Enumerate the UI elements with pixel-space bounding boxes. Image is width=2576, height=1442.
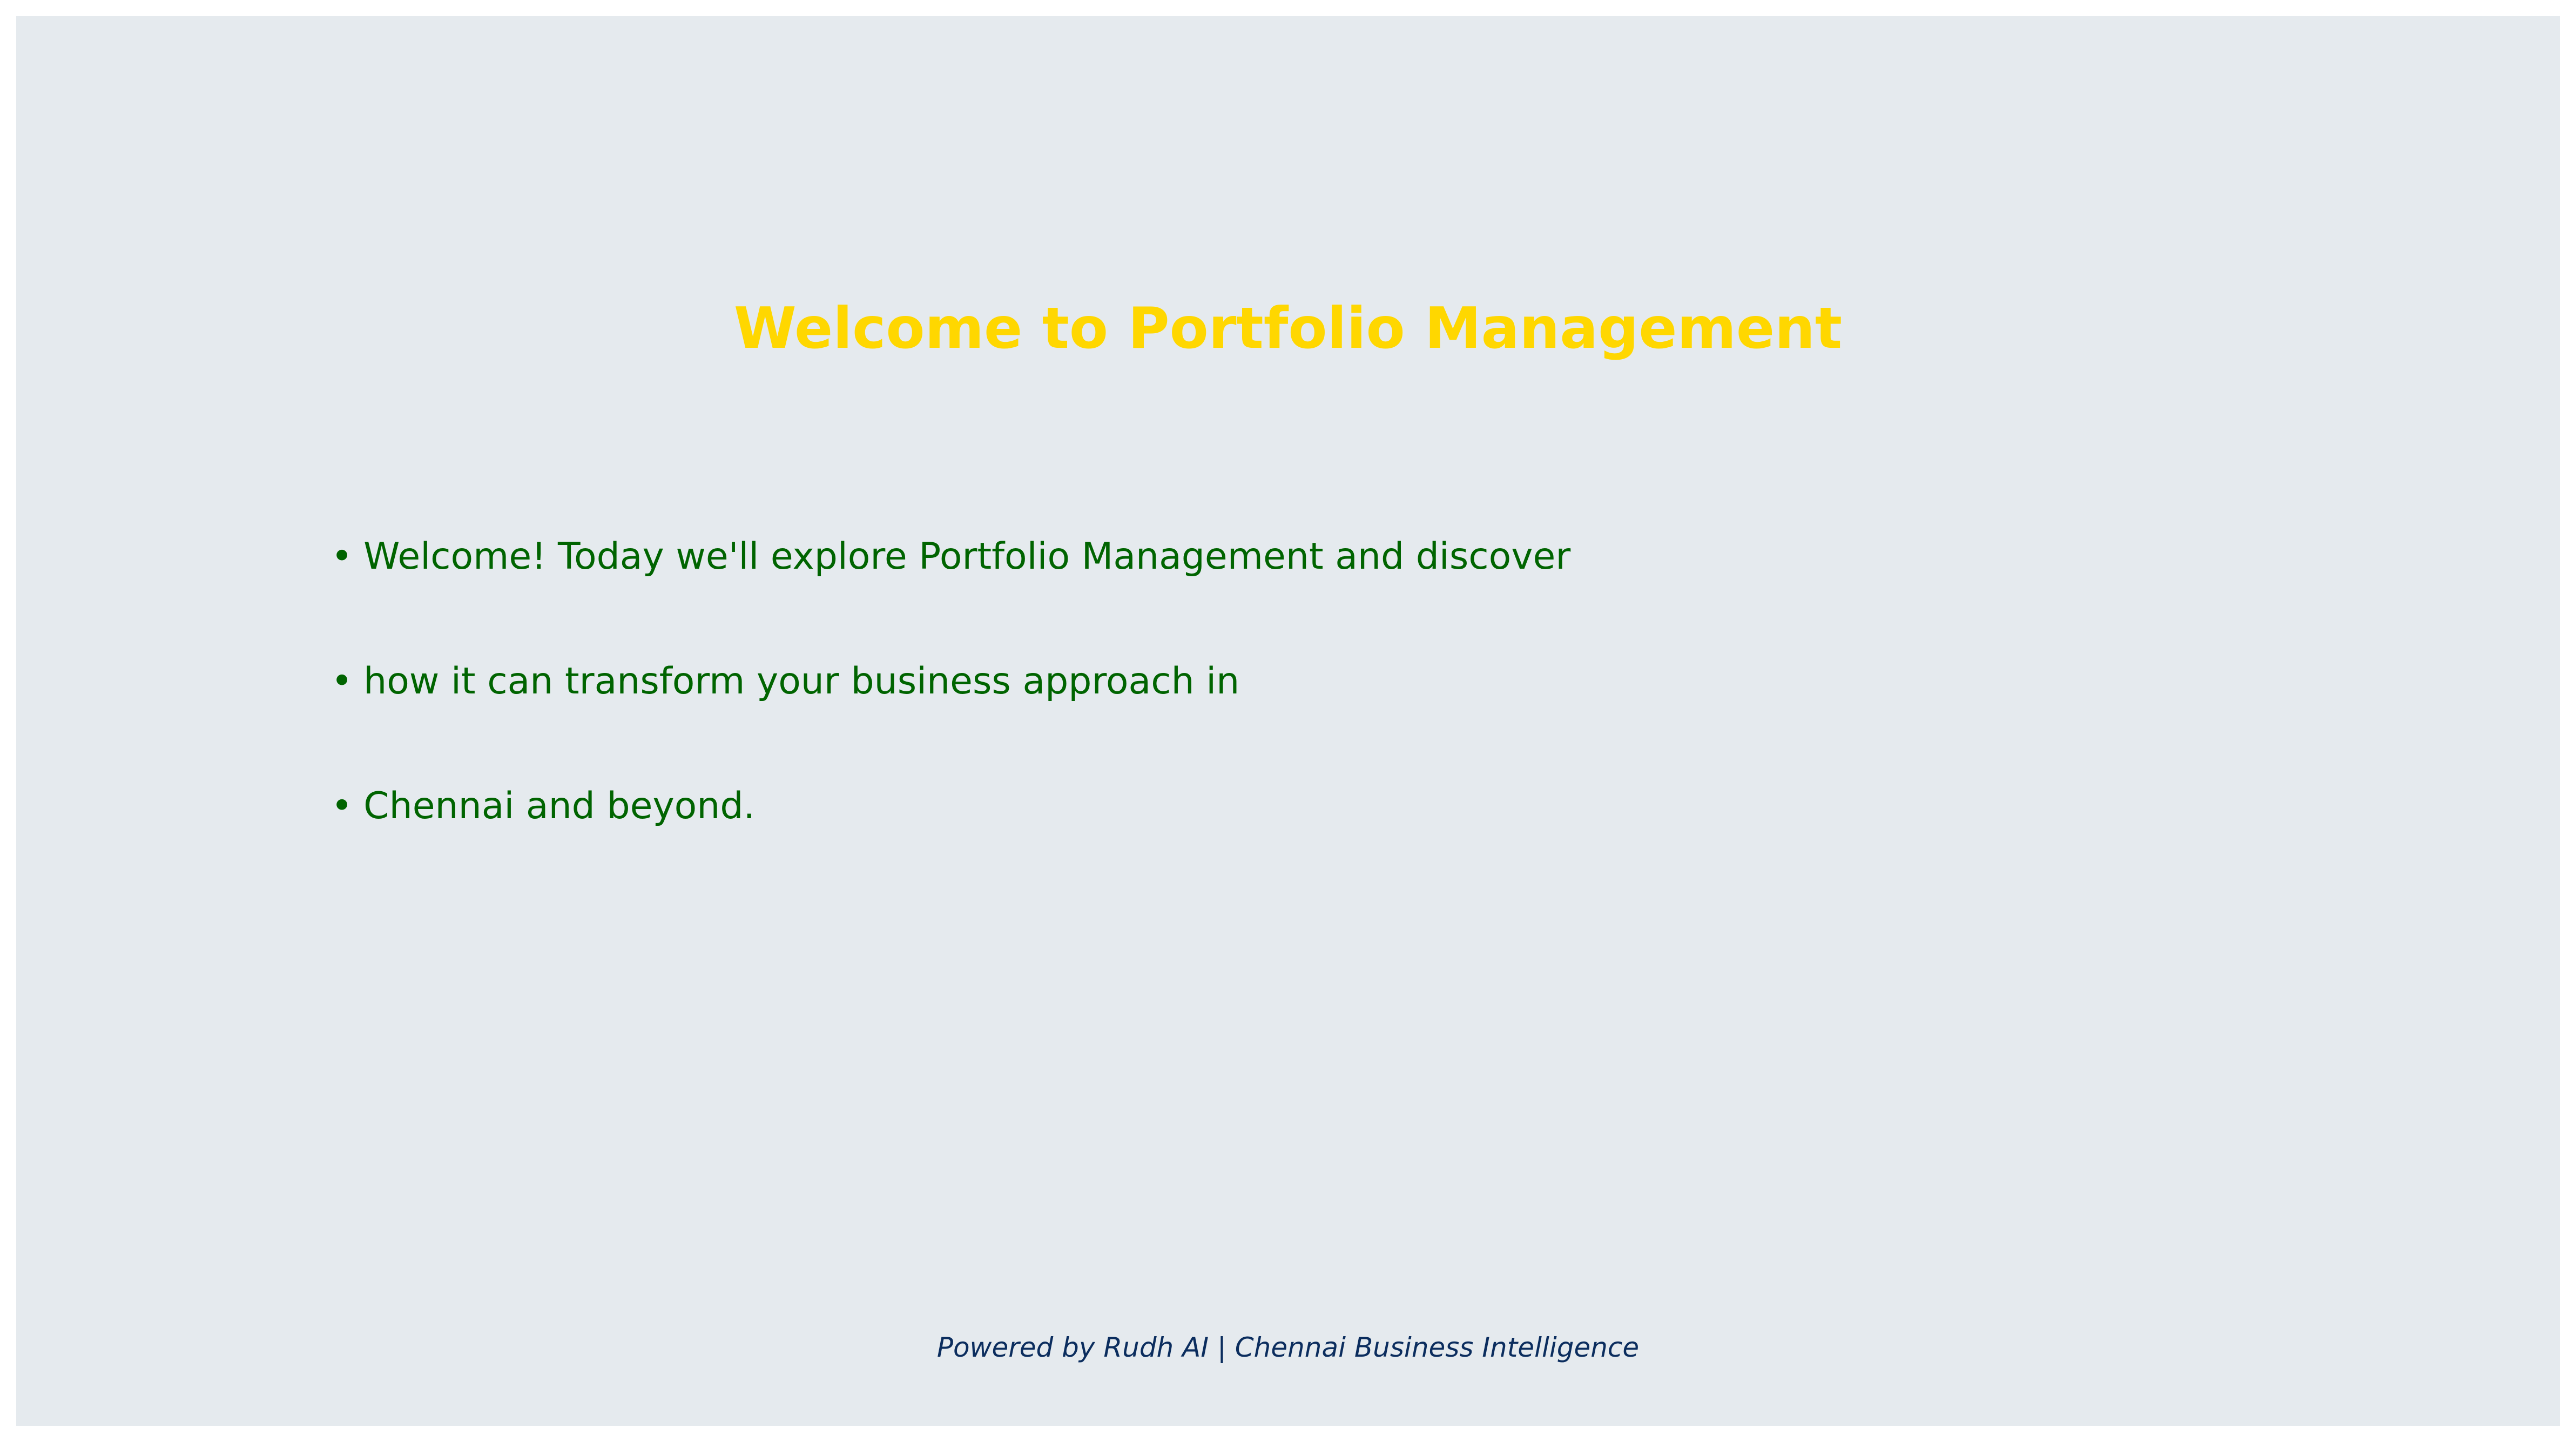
bullet-list: • Welcome! Today we'll explore Portfolio …: [331, 535, 1570, 909]
bullet-text: Welcome! Today we'll explore Portfolio M…: [363, 535, 1571, 578]
bullet-item: • Chennai and beyond.: [331, 784, 1570, 909]
slide: Welcome to Portfolio Management • Welcome…: [16, 16, 2560, 1426]
bullet-text: Chennai and beyond.: [363, 785, 756, 827]
footer-credit: Powered by Rudh AI | Chennai Business In…: [936, 1332, 1640, 1363]
slide-title: Welcome to Portfolio Management: [733, 295, 1843, 361]
bullet-marker: •: [331, 535, 353, 578]
bullet-item: • how it can transform your business appr…: [331, 659, 1570, 784]
bullet-text: how it can transform your business appro…: [363, 660, 1240, 703]
bullet-marker: •: [331, 660, 353, 703]
bullet-item: • Welcome! Today we'll explore Portfolio …: [331, 535, 1570, 659]
bullet-marker: •: [331, 785, 353, 827]
